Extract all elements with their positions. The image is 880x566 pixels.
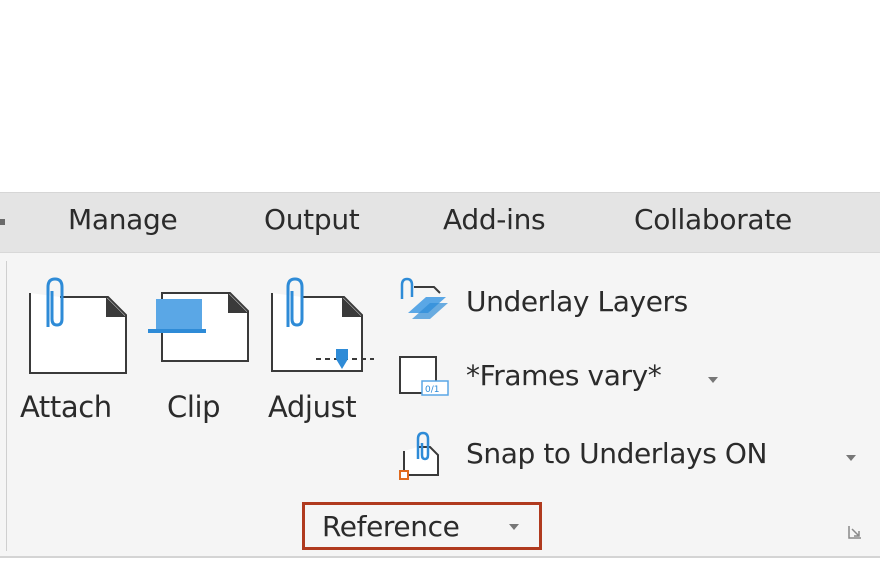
previous-tab-edge: [0, 219, 5, 225]
panel-separator: [6, 261, 7, 551]
frames-dropdown[interactable]: 0/1 *Frames vary*: [396, 351, 736, 399]
reference-panel-title[interactable]: Reference: [302, 502, 542, 550]
attach-label: Attach: [20, 390, 112, 424]
frames-label: *Frames vary*: [466, 359, 662, 392]
attach-button[interactable]: Attach: [20, 273, 132, 433]
paperclip-page-icon: [29, 277, 127, 374]
adjust-label: Adjust: [268, 390, 357, 424]
ribbon-panel-area: Attach Clip Adjust Underlay Layers 0/1 *…: [0, 252, 880, 558]
clip-label: Clip: [167, 390, 221, 424]
tab-manage[interactable]: Manage: [68, 203, 178, 236]
clip-button[interactable]: Clip: [148, 273, 252, 433]
svg-text:0/1: 0/1: [425, 385, 439, 395]
dialog-launcher-icon[interactable]: [848, 525, 862, 539]
snap-underlays-icon: [399, 431, 439, 480]
workspace-blank-area: [0, 0, 880, 192]
underlay-layers-icon: [400, 277, 448, 319]
ribbon-tab-bar: Manage Output Add-ins Collaborate: [0, 192, 880, 252]
snap-to-underlays-label: Snap to Underlays ON: [466, 437, 768, 470]
tab-output[interactable]: Output: [264, 203, 360, 236]
clip-rectangle-icon: [148, 292, 249, 362]
frames-dropdown-arrow[interactable]: [708, 377, 718, 383]
tab-add-ins[interactable]: Add-ins: [443, 203, 546, 236]
panel-expand-arrow[interactable]: [509, 524, 519, 530]
underlay-layers-label: Underlay Layers: [466, 285, 688, 318]
reference-panel-label: Reference: [322, 510, 460, 543]
frames-icon: 0/1: [399, 356, 449, 396]
below-ribbon-area: [0, 558, 880, 566]
tab-collaborate[interactable]: Collaborate: [634, 203, 792, 236]
adjust-button[interactable]: Adjust: [266, 273, 378, 433]
underlay-layers-button[interactable]: Underlay Layers: [396, 277, 736, 325]
snap-to-underlays-dropdown[interactable]: Snap to Underlays ON: [396, 429, 866, 480]
adjust-underlay-icon: [271, 277, 374, 372]
snap-dropdown-arrow[interactable]: [846, 455, 856, 461]
